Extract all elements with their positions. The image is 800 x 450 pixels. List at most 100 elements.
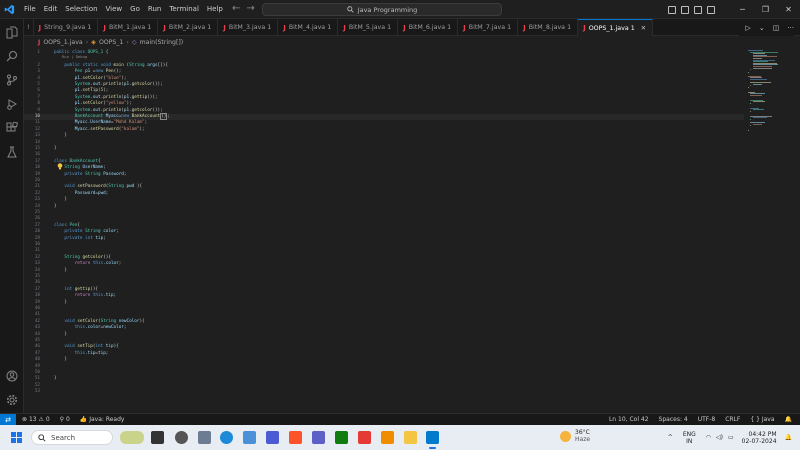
tab-label: BitM_3.java xyxy=(228,24,266,31)
menu-selection[interactable]: Selection xyxy=(61,0,101,19)
indentation[interactable]: Spaces: 4 xyxy=(659,416,688,423)
breadcrumb-class[interactable]: OOPS_1 xyxy=(99,39,123,46)
menu-bar: File Edit Selection View Go Run Terminal… xyxy=(20,0,227,19)
toggle-panel-icon[interactable] xyxy=(681,5,689,14)
end-of-line[interactable]: CRLF xyxy=(725,416,740,423)
minimap[interactable] xyxy=(744,48,794,413)
back-arrow-icon[interactable]: ← xyxy=(232,3,240,15)
weather-widget[interactable]: 36°C Haze xyxy=(560,429,590,443)
menu-go[interactable]: Go xyxy=(126,0,144,19)
tab-label: String_9.java xyxy=(44,24,86,31)
encoding[interactable]: UTF-8 xyxy=(698,416,716,423)
minimap-line xyxy=(750,110,752,112)
task-view-icon[interactable] xyxy=(151,431,164,444)
widgets-icon[interactable] xyxy=(120,431,144,444)
ports-indicator[interactable]: ⚲ 0 xyxy=(60,416,70,423)
close-window-button[interactable]: ✕ xyxy=(777,0,800,19)
menu-file[interactable]: File xyxy=(20,0,40,19)
language-mode[interactable]: { } Java xyxy=(750,416,774,423)
math-app-icon[interactable] xyxy=(266,431,279,444)
tab-oops-1[interactable]: J OOPS_1.java 1 ✕ xyxy=(578,19,654,36)
brave-browser-icon[interactable] xyxy=(289,431,302,444)
ports-count: 0 xyxy=(65,416,70,423)
language-indicator[interactable]: ENG IN xyxy=(683,431,696,445)
app-cube-icon[interactable] xyxy=(175,431,188,444)
battery-icon[interactable]: ▭ xyxy=(728,434,734,441)
close-tab-icon[interactable]: ✕ xyxy=(641,25,646,32)
cursor-position[interactable]: Ln 10, Col 42 xyxy=(609,416,649,423)
tab-bitm-4[interactable]: J BitM_4.java 1 xyxy=(278,19,339,36)
customize-layout-icon[interactable] xyxy=(707,5,715,14)
extensions-icon[interactable] xyxy=(5,121,19,135)
warning-icon: ⚠ xyxy=(38,416,44,423)
menu-terminal[interactable]: Terminal xyxy=(165,0,203,19)
code-line[interactable]: 1 public class OOPS_1 { xyxy=(24,50,744,56)
tab-bitm-7[interactable]: J BitM_7.java 1 xyxy=(458,19,519,36)
menu-run[interactable]: Run xyxy=(144,0,165,19)
active-app-indicator xyxy=(429,447,436,449)
photos-app-icon[interactable] xyxy=(243,431,256,444)
menu-edit[interactable]: Edit xyxy=(40,0,62,19)
edge-browser-icon[interactable] xyxy=(220,431,233,444)
tab-partial[interactable]: ! xyxy=(24,19,34,36)
notification-center-icon[interactable]: 🔔 xyxy=(785,434,792,441)
breadcrumb-method[interactable]: main(String[]) xyxy=(140,39,184,46)
run-debug-icon[interactable] xyxy=(5,97,19,111)
forward-arrow-icon[interactable]: → xyxy=(246,3,254,15)
editor-actions: ▷ ⌄ ◫ ··· xyxy=(739,19,794,36)
minimize-button[interactable]: ─ xyxy=(731,0,754,19)
volume-icon[interactable]: ◁) xyxy=(716,434,723,441)
java-status[interactable]: 👍 Java: Ready xyxy=(80,416,125,423)
taskbar-search[interactable]: Search xyxy=(31,430,113,445)
notifications-bell-icon[interactable]: 🔔 xyxy=(785,416,792,423)
restore-button[interactable]: ❐ xyxy=(754,0,777,19)
clock-time: 04:42 PM xyxy=(748,430,777,438)
windows-start-icon[interactable] xyxy=(11,432,22,443)
xbox-icon[interactable] xyxy=(335,431,348,444)
teams-icon[interactable] xyxy=(312,431,325,444)
testing-icon[interactable] xyxy=(5,145,19,159)
tab-problem-count: 1 xyxy=(147,24,152,31)
vlc-icon[interactable] xyxy=(381,431,394,444)
minimap-line xyxy=(752,67,772,69)
code-line[interactable]: 53 xyxy=(24,389,744,395)
problems-indicator[interactable]: ⊗ 13 ⚠ 0 xyxy=(22,416,50,423)
file-explorer-icon[interactable] xyxy=(404,431,417,444)
java-file-icon: J xyxy=(583,24,586,32)
chevron-up-icon[interactable]: ^ xyxy=(668,434,673,441)
search-activity-icon[interactable] xyxy=(5,49,19,63)
tab-string-9[interactable]: J String_9.java 1 xyxy=(34,19,99,36)
tab-bitm-3[interactable]: J BitM_3.java 1 xyxy=(218,19,279,36)
menu-view[interactable]: View xyxy=(102,0,127,19)
tab-bitm-1[interactable]: J BitM_1.java 1 xyxy=(98,19,159,36)
lightbulb-icon[interactable] xyxy=(57,163,63,170)
settings-gear-icon[interactable] xyxy=(5,393,19,407)
split-editor-icon[interactable]: ◫ xyxy=(773,24,780,32)
command-center[interactable]: Java Programming xyxy=(262,3,502,16)
code-editor[interactable]: Run | Debug 1 public class OOPS_1 {2 publ… xyxy=(24,48,744,413)
account-icon[interactable] xyxy=(5,369,19,383)
clock[interactable]: 04:42 PM 02-07-2024 xyxy=(742,431,777,445)
tab-bitm-8[interactable]: J BitM_8.java 1 xyxy=(518,19,579,36)
wifi-icon[interactable]: ◠ xyxy=(706,434,711,441)
java-file-icon: J xyxy=(163,23,166,32)
tab-bitm-6[interactable]: J BitM_6.java 1 xyxy=(398,19,459,36)
menu-help[interactable]: Help xyxy=(203,0,227,19)
breadcrumb-file[interactable]: OOPS_1.java xyxy=(43,39,82,46)
camera-app-icon[interactable] xyxy=(198,431,211,444)
tab-bitm-2[interactable]: J BitM_2.java 1 xyxy=(158,19,219,36)
more-actions-icon[interactable]: ··· xyxy=(787,24,794,32)
run-file-icon[interactable]: ▷ xyxy=(745,24,750,32)
media-app-icon[interactable] xyxy=(358,431,371,444)
toggle-secondary-sidebar-icon[interactable] xyxy=(694,5,702,14)
remote-indicator-icon[interactable]: ⇄ xyxy=(0,413,16,426)
source-control-icon[interactable] xyxy=(5,73,19,87)
explorer-icon[interactable] xyxy=(5,25,19,39)
vscode-taskbar-icon[interactable] xyxy=(426,431,439,444)
tab-label: BitM_1.java xyxy=(108,24,146,31)
toggle-primary-sidebar-icon[interactable] xyxy=(668,5,676,14)
tab-bitm-5[interactable]: J BitM_5.java 1 xyxy=(338,19,399,36)
chevron-down-icon[interactable]: ⌄ xyxy=(759,24,765,32)
minimap-line xyxy=(748,72,749,74)
tab-label: BitM_2.java xyxy=(168,24,206,31)
